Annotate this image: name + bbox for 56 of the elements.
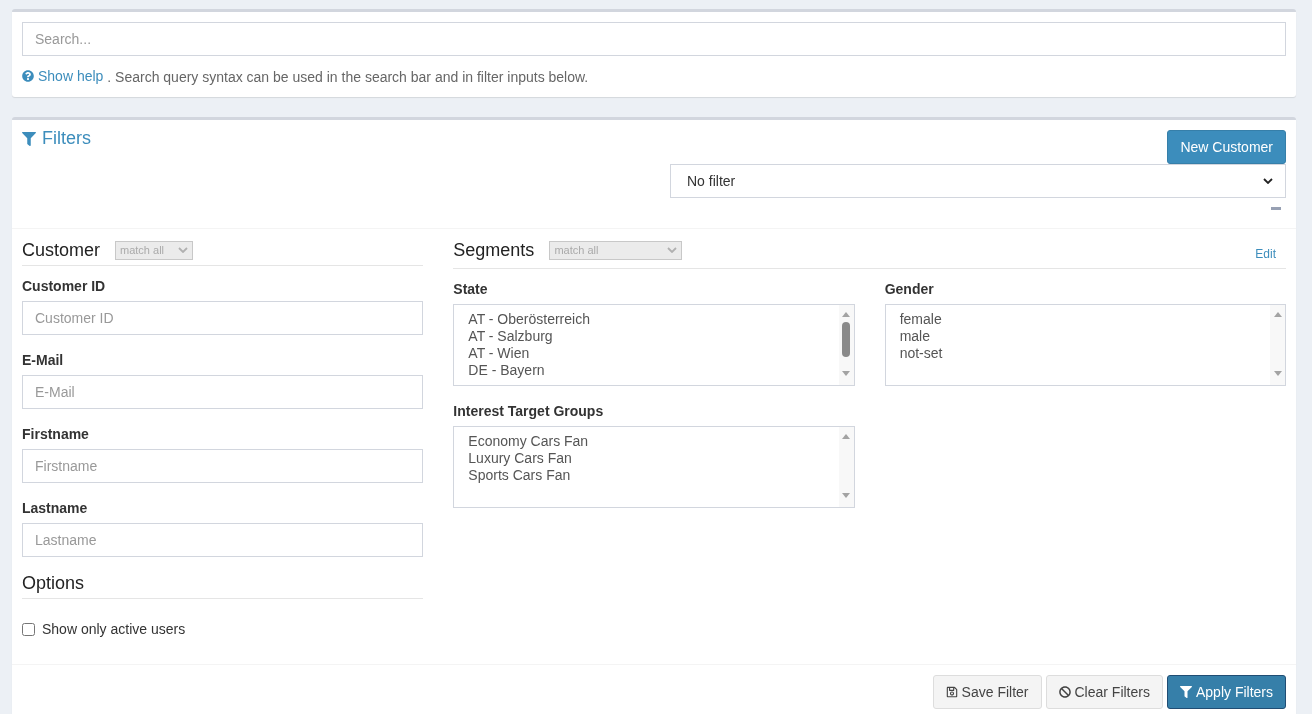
filters-title: Filters [42, 130, 91, 147]
checkbox[interactable] [22, 622, 35, 636]
scroll-up-arrow-icon[interactable] [1273, 312, 1282, 317]
listbox-option[interactable]: DE - Bayern [466, 362, 547, 379]
listbox-option[interactable]: Sports Cars Fan [466, 467, 573, 484]
listbox-option[interactable]: not-set [897, 345, 945, 362]
listbox-option[interactable]: Economy Cars Fan [466, 433, 591, 450]
chevron-down-icon [667, 247, 678, 253]
text-field[interactable]: Customer ID [22, 301, 424, 335]
field-label: E-Mail [22, 351, 64, 370]
listbox[interactable]: Economy Cars Fan Luxury Cars Fan Sports Cars Fan [453, 426, 855, 508]
field-label: Lastname [22, 499, 88, 518]
listbox[interactable]: AT - Oberösterreich AT - Salzburg AT - Wien DE - Bayern [453, 304, 855, 386]
funnel-icon [22, 131, 36, 146]
field-label: Interest Target Groups [453, 402, 604, 421]
text-field[interactable]: Firstname [22, 449, 424, 483]
help-text: Show help . Search query syntax can be used in the search bar and in filter inputs below. [22, 66, 1286, 87]
section-title: Options [22, 572, 85, 594]
scrollbar[interactable] [838, 305, 854, 385]
clear-filters-button[interactable]: Clear Filters [1045, 675, 1163, 709]
listbox-option[interactable]: AT - Salzburg [466, 328, 555, 345]
scroll-up-arrow-icon[interactable] [842, 312, 851, 317]
listbox-option[interactable]: AT - Oberösterreich [466, 311, 592, 328]
search-field[interactable]: Search... [22, 22, 1286, 56]
listbox-option[interactable]: AT - Wien [466, 345, 532, 362]
section-title: Segments [453, 239, 535, 261]
new-customer-button[interactable]: New Customer [1167, 130, 1286, 164]
scroll-down-arrow-icon[interactable] [842, 493, 851, 498]
show-help-link[interactable]: Show help [22, 66, 104, 86]
scrollbar-thumb[interactable] [842, 322, 851, 357]
section-title: Customer [22, 239, 101, 261]
field-label: Firstname [22, 425, 89, 444]
checkbox-label: Show only active users [42, 620, 186, 639]
save-filter-button[interactable]: Save Filter [932, 675, 1042, 709]
field-label: Gender [884, 280, 934, 299]
listbox-option[interactable]: Luxury Cars Fan [466, 450, 574, 467]
listbox[interactable]: female male not-set [884, 304, 1286, 386]
scroll-down-arrow-icon[interactable] [842, 371, 851, 376]
ban-icon [1058, 686, 1071, 698]
listbox-option[interactable]: female [897, 311, 944, 328]
chevron-down-icon [1263, 178, 1273, 184]
edit-link[interactable]: Edit [1255, 247, 1276, 261]
funnel-icon [1179, 686, 1192, 698]
scroll-down-arrow-icon[interactable] [1273, 371, 1282, 376]
listbox-option[interactable]: male [897, 328, 932, 345]
chevron-down-icon [178, 247, 189, 253]
text-field[interactable]: Lastname [22, 523, 424, 557]
scrollbar[interactable] [1270, 305, 1285, 385]
scroll-up-arrow-icon[interactable] [842, 434, 851, 439]
text-field[interactable]: E-Mail [22, 375, 424, 409]
minus-icon[interactable] [1271, 206, 1281, 210]
filter-preset-select[interactable]: No filter [670, 164, 1286, 198]
apply-filters-button[interactable]: Apply Filters [1166, 675, 1286, 709]
field-label: Customer ID [22, 277, 106, 296]
scrollbar[interactable] [838, 427, 854, 507]
field-label: State [453, 280, 488, 299]
